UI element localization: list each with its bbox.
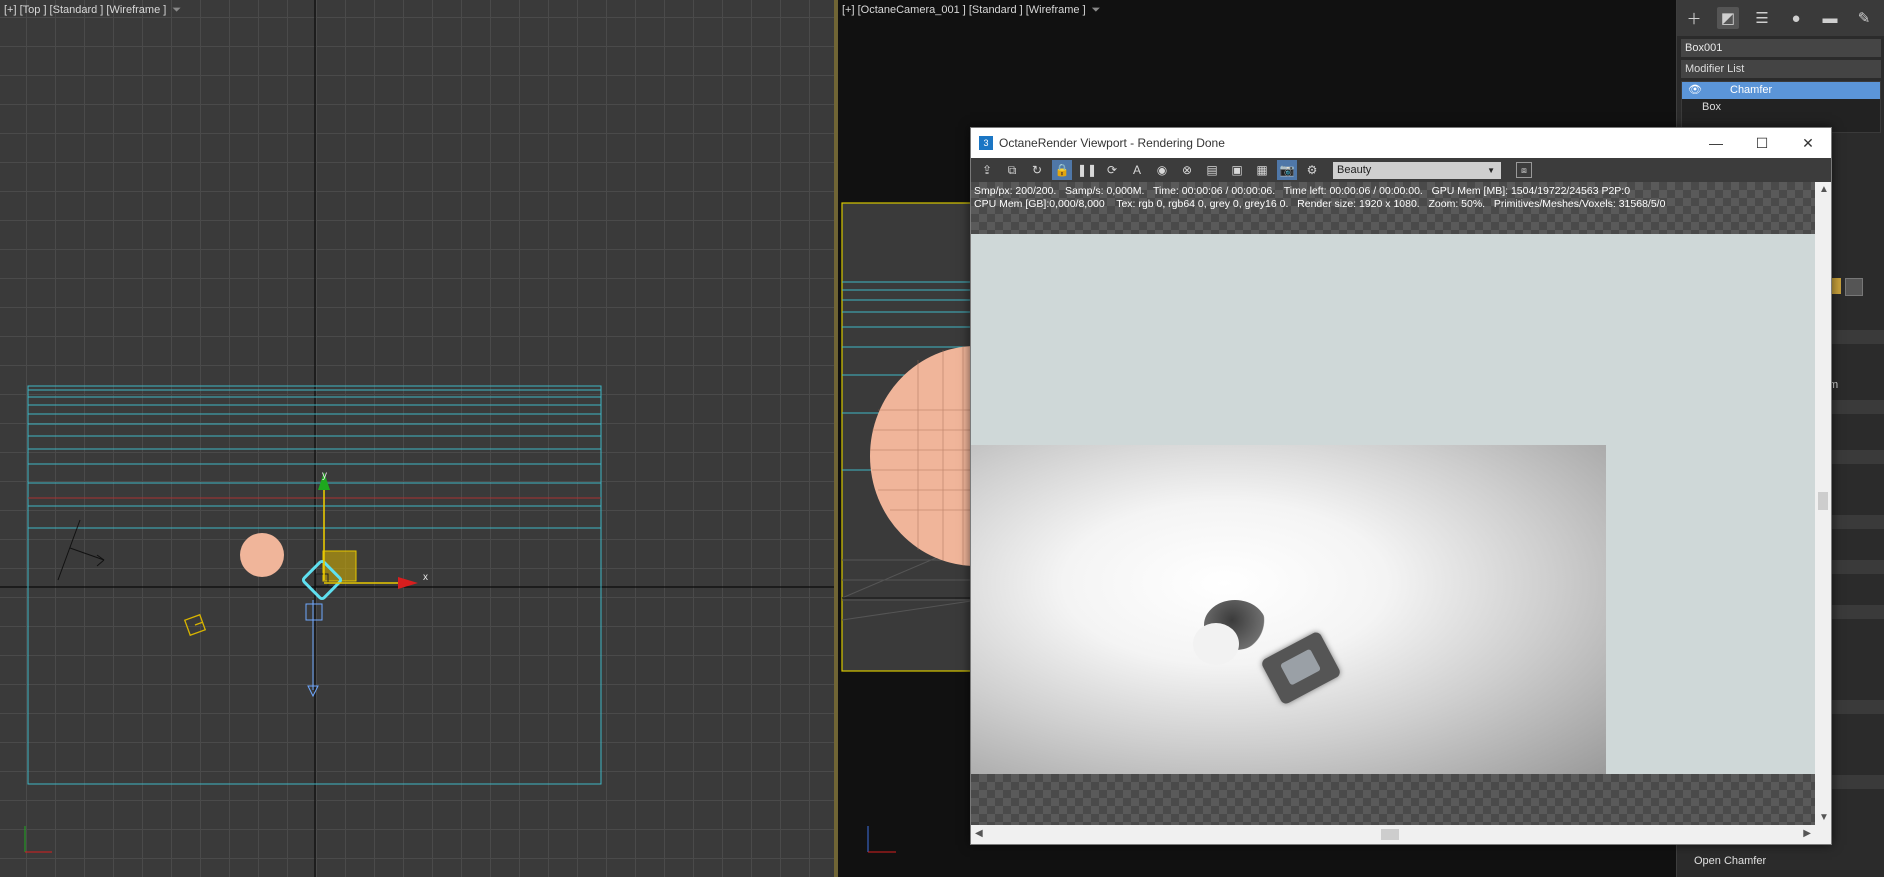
scroll-down-icon[interactable]: ▼ bbox=[1819, 812, 1829, 823]
param-field[interactable] bbox=[1827, 605, 1884, 619]
param-field[interactable] bbox=[1827, 330, 1884, 344]
maximize-icon[interactable]: ☐ bbox=[1739, 128, 1785, 158]
camera-target-box bbox=[305, 603, 323, 621]
minimize-icon[interactable]: — bbox=[1693, 128, 1739, 158]
stats-line-1: Smp/px: 200/200. Samp/s: 0,000M. Time: 0… bbox=[974, 185, 1631, 197]
octane-render-window[interactable]: 3 OctaneRender Viewport - Rendering Done… bbox=[970, 127, 1832, 845]
render-stats: Smp/px: 200/200. Samp/s: 0,000M. Time: 0… bbox=[974, 185, 1665, 211]
restart-icon[interactable]: ↻ bbox=[1027, 160, 1047, 180]
modifier-stack[interactable]: 👁 Chamfer Box bbox=[1681, 81, 1881, 133]
motion-tab-icon[interactable]: ● bbox=[1785, 7, 1807, 29]
sphere-object bbox=[240, 533, 284, 577]
vertical-scroll-thumb[interactable] bbox=[1818, 492, 1828, 510]
horizontal-scroll-thumb[interactable] bbox=[1381, 829, 1399, 840]
param-field[interactable] bbox=[1827, 450, 1884, 464]
pause-icon[interactable]: ❚❚ bbox=[1077, 160, 1097, 180]
region-icon[interactable]: ⊗ bbox=[1177, 160, 1197, 180]
param-field[interactable] bbox=[1827, 775, 1884, 789]
color-picker-icon[interactable]: ◉ bbox=[1152, 160, 1172, 180]
af-icon[interactable]: A bbox=[1127, 160, 1147, 180]
modify-tab-icon[interactable]: ◩ bbox=[1717, 7, 1739, 29]
stats-line-2: CPU Mem [GB]:0,000/8,000 Tex: rgb 0, rgb… bbox=[974, 198, 1666, 210]
octane-toolbar: ⇪ ⧉ ↻ 🔒 ❚❚ ⟳ A ◉ ⊗ ▤ ▣ ▦ 📷 ⚙ Beauty ▼ ⧈ bbox=[971, 158, 1831, 182]
hierarchy-tab-icon[interactable]: ☰ bbox=[1751, 7, 1773, 29]
display-icon[interactable]: ▣ bbox=[1227, 160, 1247, 180]
film-icon[interactable]: ▤ bbox=[1202, 160, 1222, 180]
render-image[interactable] bbox=[971, 234, 1815, 774]
param-field[interactable] bbox=[1827, 700, 1884, 714]
stack-item-box[interactable]: Box bbox=[1682, 99, 1880, 116]
scroll-left-icon[interactable]: ◀ bbox=[975, 828, 983, 839]
render-floor bbox=[971, 445, 1606, 774]
scroll-up-icon[interactable]: ▲ bbox=[1819, 184, 1829, 195]
refresh-icon[interactable]: ⟳ bbox=[1102, 160, 1122, 180]
light-object bbox=[57, 519, 105, 581]
display-tab-icon[interactable]: ▬ bbox=[1819, 7, 1841, 29]
send-scene-icon[interactable]: ⇪ bbox=[977, 160, 997, 180]
open-chamfer-button[interactable]: Open Chamfer bbox=[1694, 855, 1766, 867]
stack-item-label: Box bbox=[1702, 101, 1721, 113]
render-pass-select[interactable]: Beauty ▼ bbox=[1333, 161, 1501, 179]
camera-icon[interactable]: 📷 bbox=[1277, 160, 1297, 180]
chevron-down-icon: ▼ bbox=[1487, 165, 1495, 175]
box-render bbox=[1260, 630, 1342, 706]
stack-item-label: Chamfer bbox=[1730, 84, 1773, 96]
gizmo-y-label: y bbox=[322, 470, 327, 481]
vertical-scrollbar[interactable]: ▲ ▼ bbox=[1815, 182, 1831, 825]
top-viewport-scene bbox=[0, 0, 834, 877]
eye-icon[interactable]: 👁 bbox=[1688, 82, 1702, 99]
save-image-icon[interactable]: ▦ bbox=[1252, 160, 1272, 180]
horizontal-scrollbar[interactable]: ◀ ▶ bbox=[971, 825, 1815, 844]
app-icon: 3 bbox=[979, 136, 993, 150]
create-tab-icon[interactable]: ＋ bbox=[1683, 7, 1705, 29]
window-title: OctaneRender Viewport - Rendering Done bbox=[999, 136, 1225, 150]
fit-icon[interactable]: ⧈ bbox=[1516, 162, 1532, 178]
sphere-shadow-cutout bbox=[1193, 623, 1239, 665]
camera-object bbox=[183, 613, 207, 637]
settings-icon[interactable]: ⚙ bbox=[1302, 160, 1322, 180]
param-field[interactable] bbox=[1827, 560, 1884, 574]
render-canvas[interactable]: Smp/px: 200/200. Samp/s: 0,000M. Time: 0… bbox=[971, 182, 1815, 825]
stack-tools bbox=[1825, 278, 1877, 298]
save-icon[interactable] bbox=[1845, 278, 1863, 296]
modifier-list-dropdown[interactable]: Modifier List bbox=[1681, 60, 1881, 78]
utilities-tab-icon[interactable]: ✎ bbox=[1853, 7, 1875, 29]
gizmo-x-label: x bbox=[423, 572, 428, 583]
render-pass-value: Beauty bbox=[1337, 163, 1372, 176]
command-panel-tabs: ＋ ◩ ☰ ● ▬ ✎ bbox=[1677, 0, 1884, 36]
lock-icon[interactable]: 🔒 bbox=[1052, 160, 1072, 180]
object-name-field[interactable]: Box001 bbox=[1681, 39, 1881, 57]
copy-icon[interactable]: ⧉ bbox=[1002, 160, 1022, 180]
param-field[interactable] bbox=[1827, 400, 1884, 414]
param-field[interactable] bbox=[1827, 515, 1884, 529]
box-render-face bbox=[1279, 648, 1322, 686]
stack-item-chamfer[interactable]: 👁 Chamfer bbox=[1682, 82, 1880, 99]
scroll-right-icon[interactable]: ▶ bbox=[1803, 828, 1811, 839]
top-viewport[interactable]: [+] [Top ] [Standard ] [Wireframe ] ⏷ y … bbox=[0, 0, 834, 877]
octane-title-bar[interactable]: 3 OctaneRender Viewport - Rendering Done… bbox=[971, 128, 1831, 158]
close-icon[interactable]: ✕ bbox=[1785, 128, 1831, 158]
